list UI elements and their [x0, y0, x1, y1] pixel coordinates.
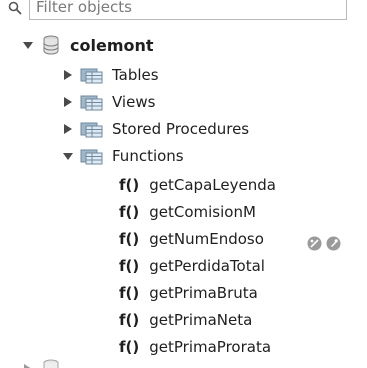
folder-procedure-icon: [80, 120, 104, 138]
schema-name: colemont: [70, 35, 154, 55]
function-name: getPrimaNeta: [149, 311, 253, 329]
expand-arrow-icon[interactable]: [22, 39, 34, 51]
row-action-icons: [307, 236, 341, 255]
function-item[interactable]: f() getComisionM: [119, 199, 256, 225]
tree-item-functions[interactable]: Functions: [62, 143, 184, 169]
tree-item-label: Views: [112, 93, 156, 111]
function-name: getNumEndoso: [149, 230, 264, 248]
function-item[interactable]: f() getPrimaNeta: [119, 307, 252, 333]
folder-view-icon: [80, 93, 104, 111]
function-item[interactable]: f() getPerdidaTotal: [119, 253, 265, 279]
tree-item-views[interactable]: Views: [62, 89, 155, 115]
function-name: getPrimaProrata: [149, 338, 272, 356]
function-name: getComisionM: [149, 203, 256, 221]
function-icon: f(): [119, 284, 140, 302]
database-icon: [42, 359, 60, 368]
filter-objects-input[interactable]: [29, 0, 347, 20]
tree-item-stored-procedures[interactable]: Stored Procedures: [62, 116, 249, 142]
schema-navigator: colemont Tables: [0, 0, 367, 368]
tree-item-label: Stored Procedures: [112, 120, 250, 138]
folder-function-icon: [80, 147, 104, 165]
tree-item-tables[interactable]: Tables: [62, 62, 159, 88]
function-item[interactable]: f() getPrimaProrata: [119, 334, 271, 360]
collapsed-arrow-icon[interactable]: [62, 69, 74, 81]
function-icon: f(): [119, 338, 140, 356]
tree-item-label: Tables: [112, 66, 159, 84]
function-icon: f(): [119, 257, 140, 275]
database-icon: [42, 35, 60, 55]
filter-row: [0, 0, 367, 23]
function-name: getPrimaBruta: [149, 284, 258, 302]
collapsed-arrow-icon[interactable]: [22, 363, 34, 368]
function-icon: f(): [119, 176, 140, 194]
info-icon[interactable]: [307, 236, 322, 255]
schema-node-partial[interactable]: [22, 356, 60, 368]
function-icon: f(): [119, 230, 140, 248]
collapsed-arrow-icon[interactable]: [62, 96, 74, 108]
folder-table-icon: [80, 66, 104, 84]
function-icon: f(): [119, 311, 140, 329]
tree-item-label: Functions: [112, 147, 184, 165]
function-item[interactable]: f() getCapaLeyenda: [119, 172, 276, 198]
collapsed-arrow-icon[interactable]: [62, 123, 74, 135]
function-icon: f(): [119, 203, 140, 221]
function-name: getCapaLeyenda: [149, 176, 276, 194]
function-item[interactable]: f() getPrimaBruta: [119, 280, 258, 306]
function-name: getPerdidaTotal: [149, 257, 265, 275]
expand-arrow-icon[interactable]: [62, 150, 74, 162]
schema-node[interactable]: colemont: [22, 32, 154, 58]
wrench-icon[interactable]: [326, 236, 341, 255]
function-item[interactable]: f() getNumEndoso: [119, 226, 264, 252]
search-icon: [8, 1, 22, 15]
